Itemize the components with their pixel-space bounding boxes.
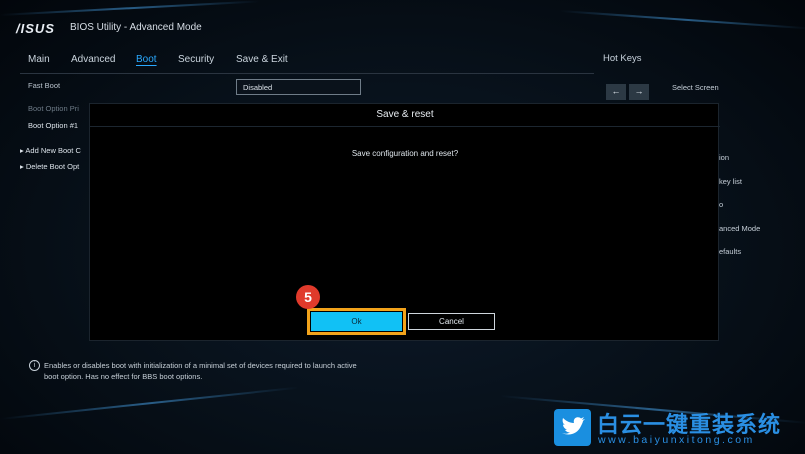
twitter-bird-icon [554, 409, 591, 446]
tab-save-exit[interactable]: Save & Exit [236, 54, 288, 65]
left-arrow-key: ← [606, 84, 626, 100]
hotkey-desc: efaults [719, 247, 742, 256]
boot-option-1-label[interactable]: Boot Option #1 [28, 121, 78, 130]
add-new-boot-option[interactable]: ▸ Add New Boot C [20, 146, 81, 155]
help-text: Enables or disables boot with initializa… [44, 361, 357, 381]
fast-boot-label[interactable]: Fast Boot [28, 81, 60, 90]
dialog-message: Save configuration and reset? [351, 149, 459, 158]
step-number-badge: 5 [296, 285, 320, 309]
dialog-title: Save & reset [376, 109, 434, 120]
tab-advanced[interactable]: Advanced [71, 54, 115, 65]
asus-logo: /ISUS [16, 21, 55, 36]
ok-button[interactable]: Ok [311, 312, 402, 331]
delete-boot-option[interactable]: ▸ Delete Boot Opt [20, 162, 79, 171]
tab-security[interactable]: Security [178, 54, 214, 65]
cancel-button[interactable]: Cancel [408, 313, 495, 330]
boot-option-priorities-label: Boot Option Pri [28, 104, 79, 113]
tab-main[interactable]: Main [28, 54, 50, 65]
fast-boot-dropdown[interactable]: Disabled [236, 79, 361, 95]
right-arrow-key: → [629, 84, 649, 100]
hotkey-desc: key list [719, 177, 742, 186]
header: /ISUS BIOS Utility - Advanced Mode [0, 0, 805, 44]
tab-boot[interactable]: Boot [136, 54, 157, 65]
hotkeys-title: Hot Keys [603, 53, 642, 64]
dialog-divider [90, 126, 720, 127]
select-screen-desc: Select Screen [672, 83, 719, 92]
background-streak [0, 386, 299, 420]
bios-screen: /ISUS BIOS Utility - Advanced Mode Main … [0, 0, 805, 454]
app-title: BIOS Utility - Advanced Mode [70, 22, 202, 33]
hotkey-desc: o [719, 200, 724, 209]
hotkey-desc: anced Mode [719, 224, 761, 233]
watermark-url: www.baiyunxitong.com [598, 434, 755, 446]
hotkey-desc: ion [719, 153, 730, 162]
menu-divider [20, 73, 594, 74]
save-reset-dialog: Save & reset Save configuration and rese… [89, 103, 720, 341]
info-icon: i [29, 360, 40, 371]
